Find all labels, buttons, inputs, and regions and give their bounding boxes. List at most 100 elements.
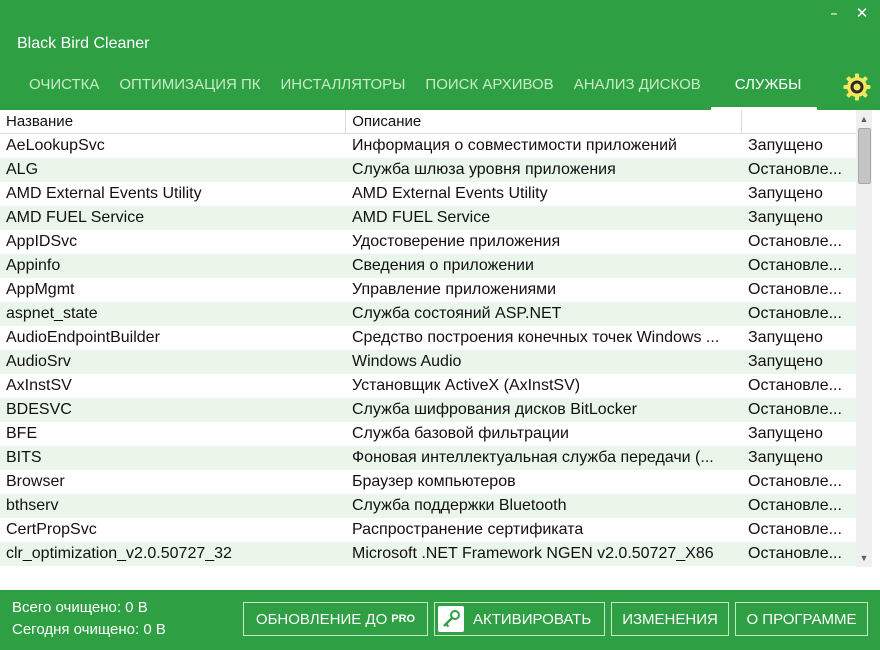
table-row[interactable]: BDESVC Служба шифрования дисков BitLocke… — [0, 398, 856, 422]
table-row[interactable]: CertPropSvc Распространение сертификата … — [0, 518, 856, 542]
tab-services[interactable]: СЛУЖБЫ — [710, 68, 818, 110]
table-row[interactable]: AeLookupSvc Информация о совместимости п… — [0, 134, 856, 158]
window-controls: – ✕ — [826, 4, 870, 22]
service-description: Windows Audio — [352, 353, 462, 370]
table-row[interactable]: Browser Браузер компьютеров Остановле... — [0, 470, 856, 494]
about-button[interactable]: О ПРОГРАММЕ — [735, 602, 868, 636]
service-status: Запущено — [748, 209, 823, 226]
service-description: Служба базовой фильтрации — [352, 425, 569, 442]
tab-archive-search[interactable]: ПОИСК АРХИВОВ — [415, 68, 563, 110]
main-tabs: ОЧИСТКА ОПТИМИЗАЦИЯ ПК ИНСТАЛЛЯТОРЫ ПОИС… — [0, 68, 818, 110]
service-status: Запущено — [748, 449, 823, 466]
table-row[interactable]: clr_optimization_v2.0.50727_32 Microsoft… — [0, 542, 856, 566]
service-status: Остановле... — [748, 281, 842, 298]
service-description: Средство построения конечных точек Windo… — [352, 329, 720, 346]
table-row[interactable]: AudioEndpointBuilder Средство построения… — [0, 326, 856, 350]
scroll-up-arrow-icon[interactable]: ▲ — [856, 112, 872, 126]
service-status: Запущено — [748, 425, 823, 442]
footer-bar: Всего очищено: 0 B Сегодня очищено: 0 B … — [0, 590, 880, 650]
service-status: Остановле... — [748, 161, 842, 178]
column-header-name[interactable]: Название — [0, 110, 345, 133]
upgrade-label: ОБНОВЛЕНИЕ ДО — [255, 610, 388, 628]
changes-button[interactable]: ИЗМЕНЕНИЯ — [611, 602, 729, 636]
column-header-description[interactable]: Описание — [345, 110, 741, 133]
vertical-scrollbar[interactable]: ▲ ▼ — [856, 110, 872, 567]
table-row[interactable]: bthserv Служба поддержки Bluetooth Остан… — [0, 494, 856, 518]
service-status: Остановле... — [748, 473, 842, 490]
service-name: CertPropSvc — [6, 521, 97, 538]
tab-cleanup[interactable]: ОЧИСТКА — [0, 68, 109, 110]
service-name: AxInstSV — [6, 377, 72, 394]
tab-installers[interactable]: ИНСТАЛЛЯТОРЫ — [271, 68, 416, 110]
table-row[interactable]: AppIDSvc Удостоверение приложения Остано… — [0, 230, 856, 254]
service-status: Остановле... — [748, 401, 842, 418]
service-name: AMD External Events Utility — [6, 185, 202, 202]
service-description: AMD External Events Utility — [352, 185, 548, 202]
table-row[interactable]: AMD FUEL Service AMD FUEL Service Запуще… — [0, 206, 856, 230]
service-status: Остановле... — [748, 377, 842, 394]
table-row[interactable]: AppMgmt Управление приложениями Остановл… — [0, 278, 856, 302]
table-row[interactable]: AxInstSV Установщик ActiveX (AxInstSV) О… — [0, 374, 856, 398]
activate-label: АКТИВИРОВАТЬ — [473, 610, 592, 628]
service-name: BITS — [6, 449, 42, 466]
service-status: Остановле... — [748, 521, 842, 538]
table-row[interactable]: aspnet_state Служба состояний ASP.NET Ос… — [0, 302, 856, 326]
service-status: Запущено — [748, 329, 823, 346]
service-description: AMD FUEL Service — [352, 209, 491, 226]
service-name: Appinfo — [6, 257, 61, 274]
table-row[interactable]: AMD External Events Utility AMD External… — [0, 182, 856, 206]
table-row[interactable]: BFE Служба базовой фильтрации Запущено — [0, 422, 856, 446]
service-description: Информация о совместимости приложений — [352, 137, 677, 154]
service-status: Остановле... — [748, 545, 842, 562]
service-status: Остановле... — [748, 497, 842, 514]
service-description: Фоновая интеллектуальная служба передачи… — [352, 449, 714, 466]
service-name: BDESVC — [6, 401, 72, 418]
service-status: Запущено — [748, 185, 823, 202]
service-description: Распространение сертификата — [352, 521, 584, 538]
upgrade-to-pro-button[interactable]: ОБНОВЛЕНИЕ ДО PRO — [243, 602, 428, 636]
tab-pc-optimization[interactable]: ОПТИМИЗАЦИЯ ПК — [109, 68, 270, 110]
service-description: Служба состояний ASP.NET — [352, 305, 562, 322]
service-name: Browser — [6, 473, 65, 490]
close-button[interactable]: ✕ — [854, 4, 870, 22]
pro-label: PRO — [391, 613, 416, 625]
service-status: Запущено — [748, 353, 823, 370]
service-name: AudioEndpointBuilder — [6, 329, 160, 346]
service-name: AeLookupSvc — [6, 137, 105, 154]
service-description: Установщик ActiveX (AxInstSV) — [352, 377, 581, 394]
service-description: Браузер компьютеров — [352, 473, 516, 490]
service-name: AppMgmt — [6, 281, 75, 298]
service-description: Служба шифрования дисков BitLocker — [352, 401, 637, 418]
service-name: BFE — [6, 425, 38, 442]
activate-button[interactable]: АКТИВИРОВАТЬ — [434, 602, 605, 636]
table-row[interactable]: Appinfo Сведения о приложении Остановле.… — [0, 254, 856, 278]
service-description: Удостоверение приложения — [352, 233, 561, 250]
scrollbar-thumb[interactable] — [858, 128, 871, 184]
gear-icon — [843, 73, 871, 101]
service-status: Запущено — [748, 137, 823, 154]
column-header-status[interactable] — [741, 110, 856, 133]
service-description: Служба шлюза уровня приложения — [352, 161, 616, 178]
service-status: Остановле... — [748, 233, 842, 250]
minimize-button[interactable]: – — [826, 4, 842, 22]
service-description: Служба поддержки Bluetooth — [352, 497, 567, 514]
key-icon — [438, 606, 464, 632]
table-header: Название Описание — [0, 110, 856, 134]
service-name: AudioSrv — [6, 353, 71, 370]
service-status: Остановле... — [748, 257, 842, 274]
table-row[interactable]: BITS Фоновая интеллектуальная служба пер… — [0, 446, 856, 470]
table-row[interactable]: ALG Служба шлюза уровня приложения Остан… — [0, 158, 856, 182]
title-bar: – ✕ Black Bird Cleaner ОЧИСТКА ОПТИМИЗАЦ… — [0, 0, 880, 110]
changes-label: ИЗМЕНЕНИЯ — [622, 610, 718, 628]
service-description: Управление приложениями — [352, 281, 557, 298]
tab-disk-analysis[interactable]: АНАЛИЗ ДИСКОВ — [564, 68, 711, 110]
table-row[interactable]: AudioSrv Windows Audio Запущено — [0, 350, 856, 374]
services-table[interactable]: Название Описание AeLookupSvc Информация… — [0, 110, 856, 567]
service-description: Сведения о приложении — [352, 257, 534, 274]
settings-button[interactable] — [842, 72, 872, 102]
app-title: Black Bird Cleaner — [17, 35, 150, 52]
scroll-down-arrow-icon[interactable]: ▼ — [856, 551, 872, 565]
service-name: aspnet_state — [6, 305, 98, 322]
total-cleaned-label: Всего очищено: 0 B — [12, 599, 148, 616]
service-description: Microsoft .NET Framework NGEN v2.0.50727… — [352, 545, 714, 562]
